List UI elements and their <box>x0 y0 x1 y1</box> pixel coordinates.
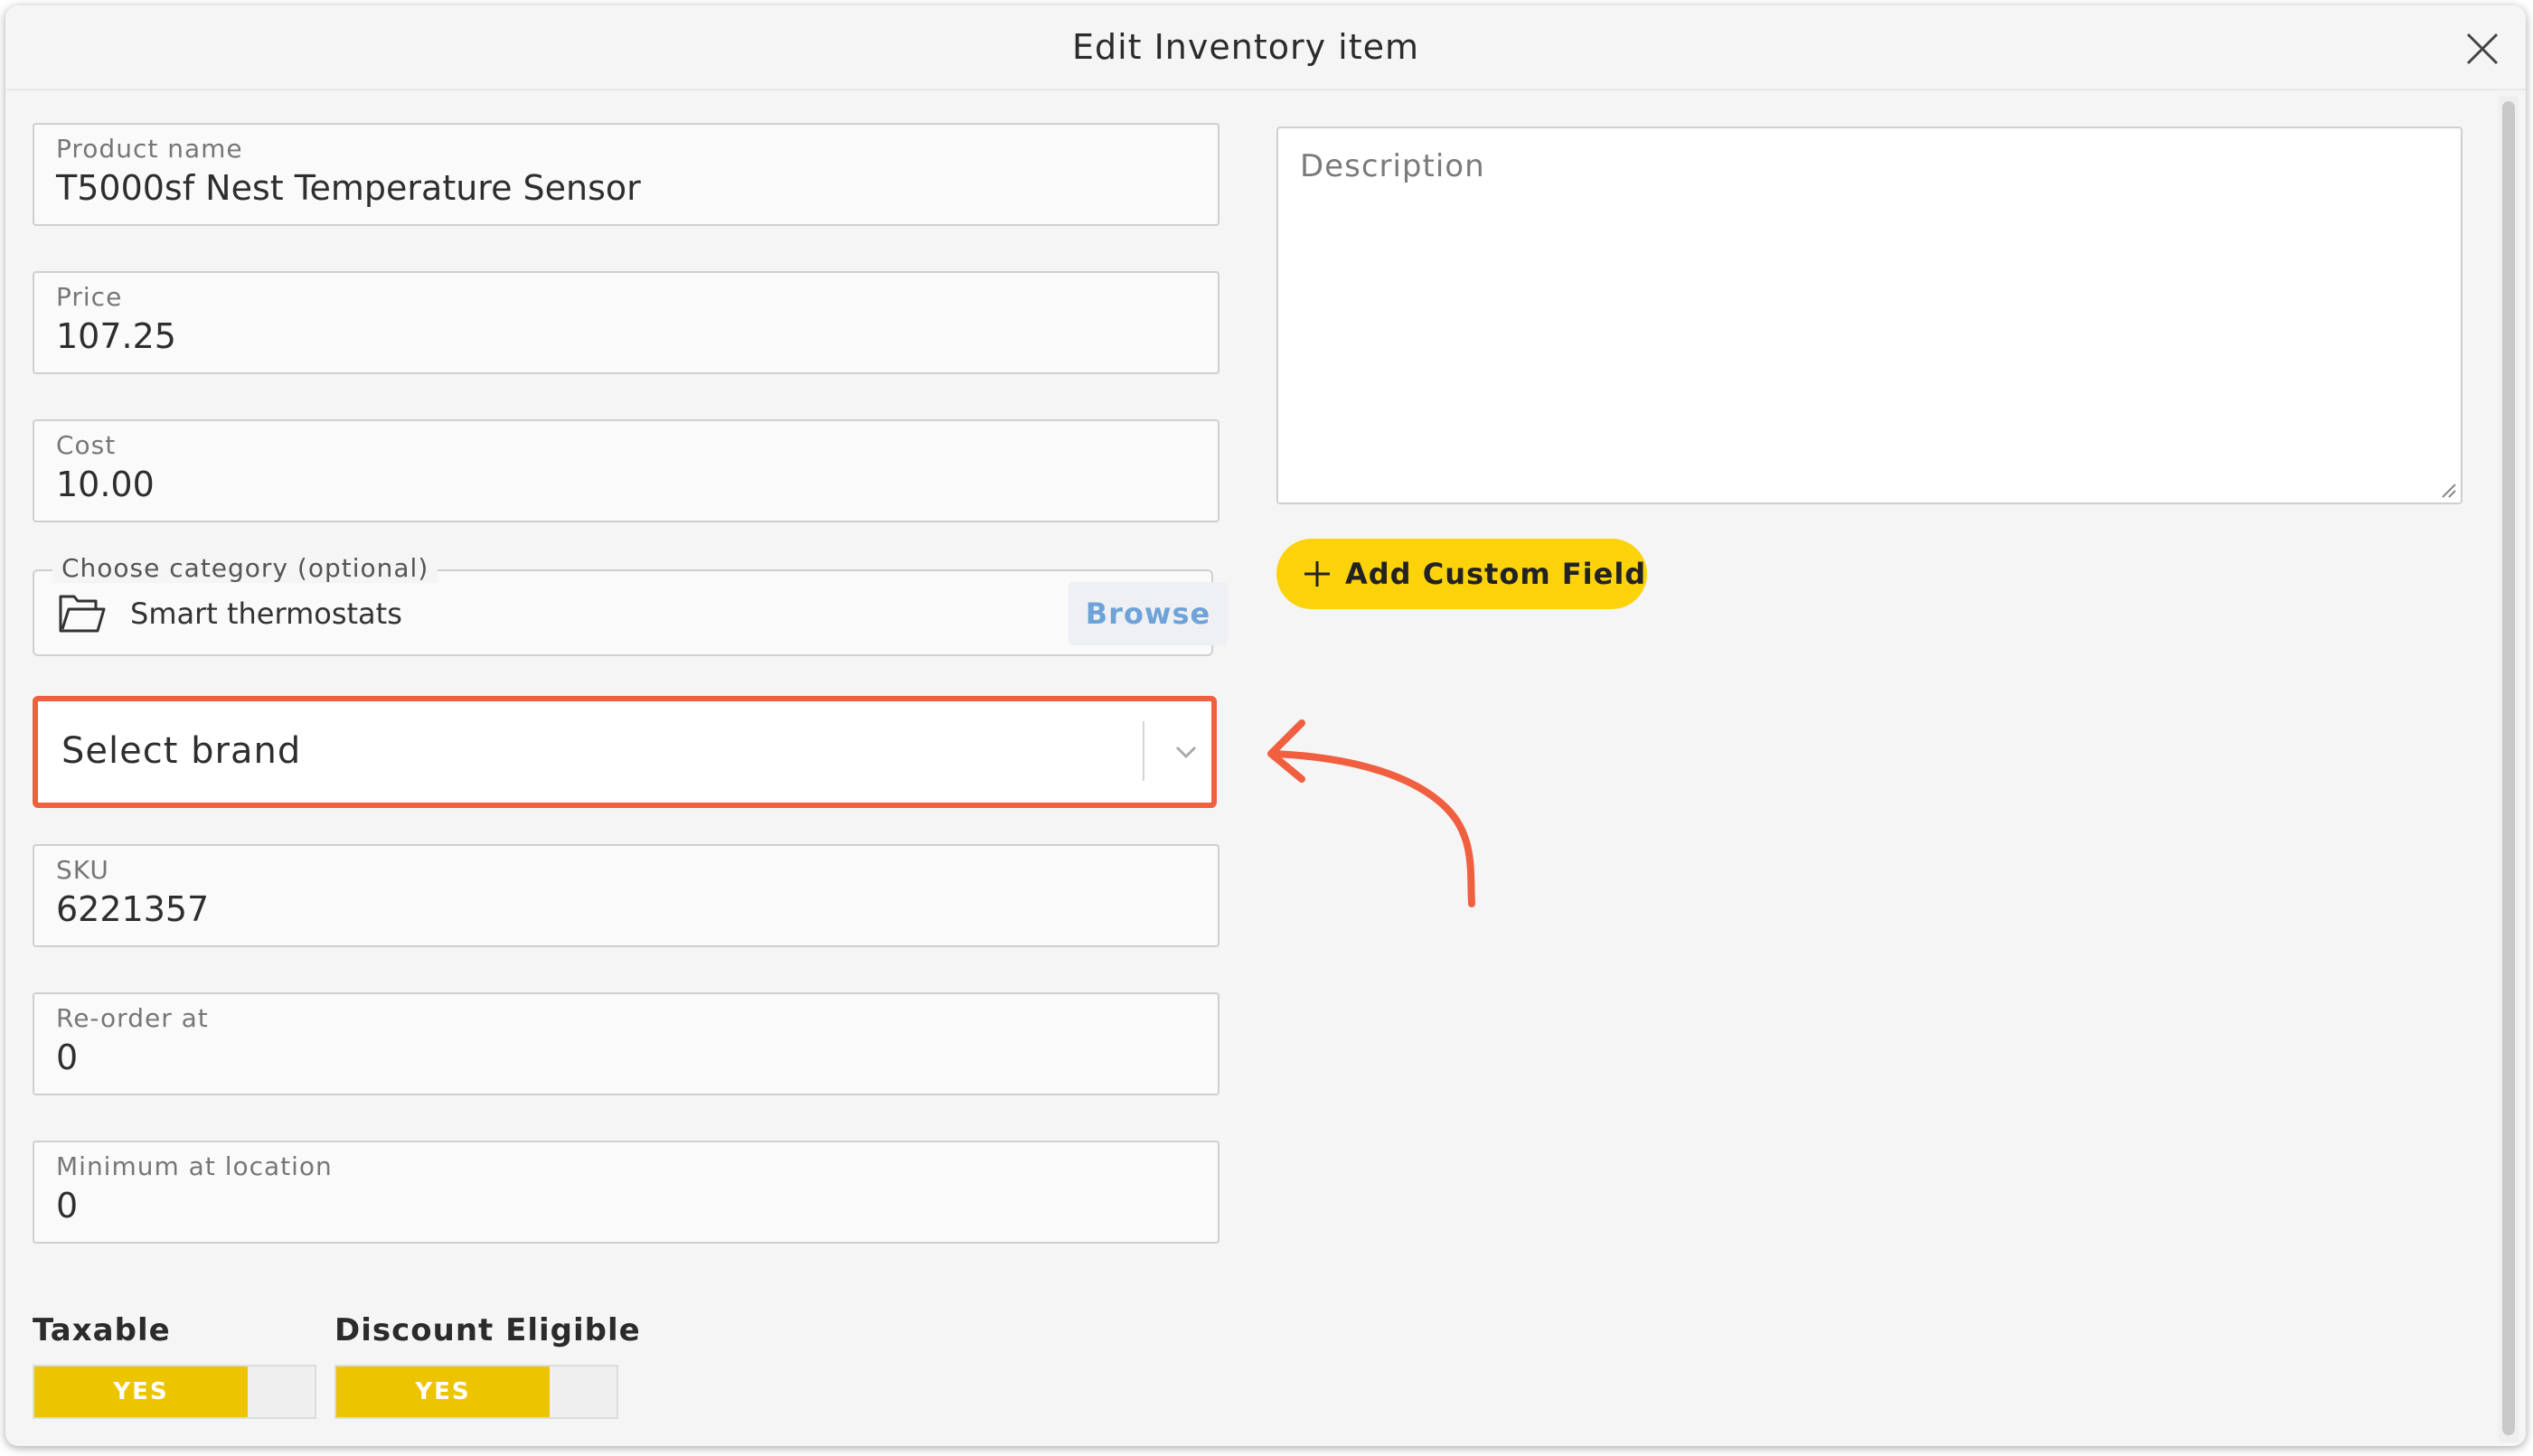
product-name-label: Product name <box>56 134 243 164</box>
select-divider <box>1143 721 1144 781</box>
price-label: Price <box>56 282 123 312</box>
category-legend: Choose category (optional) <box>52 553 438 583</box>
cost-value[interactable]: 10.00 <box>56 465 155 504</box>
annotation-arrow-icon <box>1267 719 1475 907</box>
reorder-at-field[interactable]: Re-order at 0 <box>33 992 1219 1095</box>
product-name-value[interactable]: T5000sf Nest Temperature Sensor <box>56 168 641 208</box>
chevron-down-icon[interactable] <box>1172 737 1201 766</box>
minimum-at-location-field[interactable]: Minimum at location 0 <box>33 1141 1219 1244</box>
category-picker[interactable]: Choose category (optional) Smart thermos… <box>33 553 1228 656</box>
sku-label: SKU <box>56 855 109 885</box>
scrollbar-thumb[interactable] <box>2502 101 2515 1435</box>
edit-inventory-modal: Edit Inventory item Product name T5000sf… <box>5 5 2526 1446</box>
price-field[interactable]: Price 107.25 <box>33 271 1219 374</box>
minimum-at-location-value[interactable]: 0 <box>56 1186 78 1226</box>
taxable-label: Taxable <box>33 1312 171 1348</box>
product-name-field[interactable]: Product name T5000sf Nest Temperature Se… <box>33 123 1219 226</box>
modal-title: Edit Inventory item <box>1071 27 1420 67</box>
discount-eligible-toggle[interactable]: YES <box>334 1365 618 1419</box>
description-textarea[interactable]: Description <box>1276 127 2462 504</box>
close-icon <box>2466 33 2499 65</box>
taxable-toggle-state: YES <box>34 1367 248 1417</box>
price-value[interactable]: 107.25 <box>56 316 176 356</box>
modal-header: Edit Inventory item <box>5 5 2526 90</box>
plus-icon <box>1304 561 1330 587</box>
add-custom-field-button[interactable]: Add Custom Field <box>1276 539 1647 609</box>
reorder-at-value[interactable]: 0 <box>56 1038 78 1077</box>
close-button[interactable] <box>2462 29 2502 69</box>
taxable-toggle[interactable]: YES <box>33 1365 316 1419</box>
brand-select[interactable]: Select brand <box>33 696 1217 808</box>
reorder-at-label: Re-order at <box>56 1003 209 1033</box>
sku-value[interactable]: 6221357 <box>56 889 209 929</box>
folder-icon <box>59 595 106 633</box>
add-custom-field-label: Add Custom Field <box>1345 557 1647 591</box>
sku-field[interactable]: SKU 6221357 <box>33 844 1219 947</box>
discount-eligible-label: Discount Eligible <box>334 1312 641 1348</box>
resize-grip-icon[interactable] <box>2439 481 2457 499</box>
category-value: Smart thermostats <box>130 596 402 631</box>
cost-field[interactable]: Cost 10.00 <box>33 419 1219 522</box>
discount-eligible-toggle-state: YES <box>336 1367 550 1417</box>
browse-button[interactable]: Browse <box>1069 582 1228 645</box>
brand-placeholder: Select brand <box>61 730 302 772</box>
description-placeholder: Description <box>1300 148 1485 184</box>
cost-label: Cost <box>56 430 117 460</box>
minimum-at-location-label: Minimum at location <box>56 1151 333 1181</box>
